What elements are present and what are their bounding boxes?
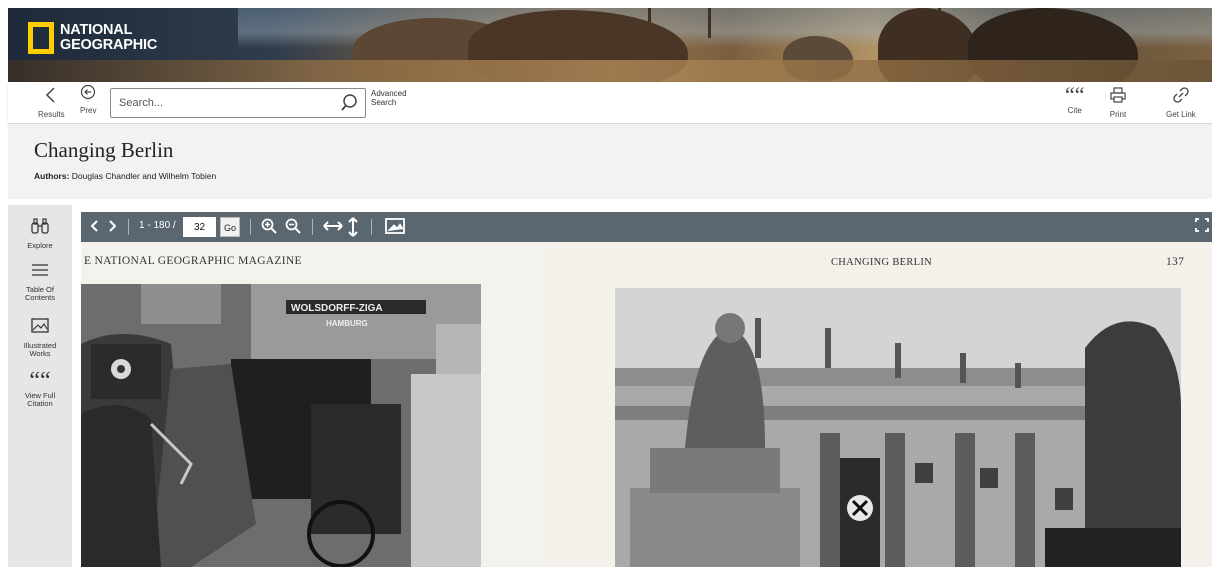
results-button[interactable]: Results [38, 86, 65, 119]
image-icon [30, 317, 50, 341]
left-running-head: E NATIONAL GEOGRAPHIC MAGAZINE [84, 255, 302, 267]
left-page-photo: WOLSDORFF-ZIGA HAMBURG [81, 284, 481, 567]
cite-button[interactable]: ““ Cite [1065, 82, 1085, 116]
chevron-left-icon [44, 86, 58, 108]
prev-button[interactable]: Prev [80, 84, 96, 115]
viewer-toolbar: 1 - 180 / Go [81, 212, 1212, 242]
authors-label: Authors: [34, 171, 70, 181]
get-link-button[interactable]: Get Link [1166, 86, 1196, 119]
header-banner: NATIONAL GEOGRAPHIC [8, 8, 1212, 82]
sidebar-item-label: Explore [27, 241, 53, 250]
right-page-photo [615, 288, 1181, 567]
search-input[interactable] [111, 89, 326, 117]
document-header: Changing Berlin Authors: Douglas Chandle… [8, 124, 1212, 199]
previous-page-chevron-icon[interactable] [89, 217, 99, 240]
page-viewer[interactable]: E NATIONAL GEOGRAPHIC MAGAZINE WOLSDORFF… [81, 242, 1212, 567]
toolbar: Results Prev Advanced Search ““ Cite Pri… [8, 82, 1212, 124]
logo-line-2: GEOGRAPHIC [60, 37, 158, 53]
toolbar-divider [371, 219, 372, 235]
sidebar-item-table-of-contents[interactable]: Table Of Contents [8, 261, 72, 302]
toolbar-divider [250, 219, 251, 235]
sidebar-item-label: Works [29, 349, 51, 358]
get-link-label: Get Link [1166, 110, 1196, 119]
fit-height-icon[interactable] [347, 217, 359, 242]
authors-value: Douglas Chandler and Wilhelm Tobien [71, 171, 217, 181]
page-range: 1 - 180 / [139, 220, 176, 231]
search-box [110, 88, 366, 118]
binoculars-icon [30, 217, 50, 241]
advanced-search-link[interactable]: Advanced Search [371, 89, 407, 107]
list-icon [30, 261, 50, 285]
banner-tree [708, 8, 711, 38]
right-page: CHANGING BERLIN 137 [547, 242, 1212, 567]
circle-arrow-left-icon [80, 84, 96, 104]
logo-yellow-frame-icon [28, 22, 54, 54]
logo-line-1: NATIONAL [60, 22, 133, 38]
results-label: Results [38, 110, 65, 119]
cite-label: Cite [1067, 106, 1082, 115]
search-icon[interactable] [341, 93, 361, 113]
right-running-head: CHANGING BERLIN [831, 257, 933, 268]
image-view-icon[interactable] [384, 217, 406, 240]
sidebar-item-label: Citation [27, 399, 53, 408]
print-label: Print [1109, 110, 1127, 119]
quote-icon: ““ [29, 368, 51, 394]
link-icon [1172, 86, 1190, 108]
toolbar-divider [128, 219, 129, 235]
prev-label: Prev [80, 106, 97, 115]
page-number-input[interactable] [183, 217, 216, 237]
sidebar-item-label: Contents [24, 293, 56, 302]
print-button[interactable]: Print [1109, 86, 1127, 119]
page-title: Changing Berlin [34, 138, 174, 162]
sidebar-item-illustrated-works[interactable]: Illustrated Works [8, 317, 72, 358]
photo-sign-text: HAMBURG [326, 319, 368, 328]
viewer-sidebar: Explore Table Of Contents Illustrated Wo… [8, 205, 72, 567]
printer-icon [1109, 86, 1127, 108]
sidebar-item-explore[interactable]: Explore [8, 217, 72, 250]
natgeo-logo[interactable]: NATIONAL GEOGRAPHIC [28, 22, 157, 54]
go-button[interactable]: Go [220, 217, 240, 237]
authors-line: Authors: Douglas Chandler and Wilhelm To… [34, 171, 216, 181]
fit-width-icon[interactable] [322, 217, 344, 240]
next-page-chevron-icon[interactable] [108, 217, 118, 240]
advanced-search-label-1: Advanced [371, 89, 407, 98]
banner-ground [8, 60, 1212, 82]
sidebar-item-view-full-citation[interactable]: ““ View Full Citation [8, 368, 72, 408]
fullscreen-icon[interactable] [1195, 217, 1209, 238]
right-page-number: 137 [1166, 256, 1185, 268]
zoom-out-icon[interactable] [284, 217, 302, 240]
quote-icon: ““ [1065, 82, 1085, 107]
advanced-search-label-2: Search [371, 98, 397, 107]
toolbar-divider [312, 219, 313, 235]
left-page: E NATIONAL GEOGRAPHIC MAGAZINE WOLSDORFF… [81, 242, 547, 567]
photo-sign-text: WOLSDORFF-ZIGA [291, 303, 383, 314]
zoom-in-icon[interactable] [260, 217, 278, 240]
